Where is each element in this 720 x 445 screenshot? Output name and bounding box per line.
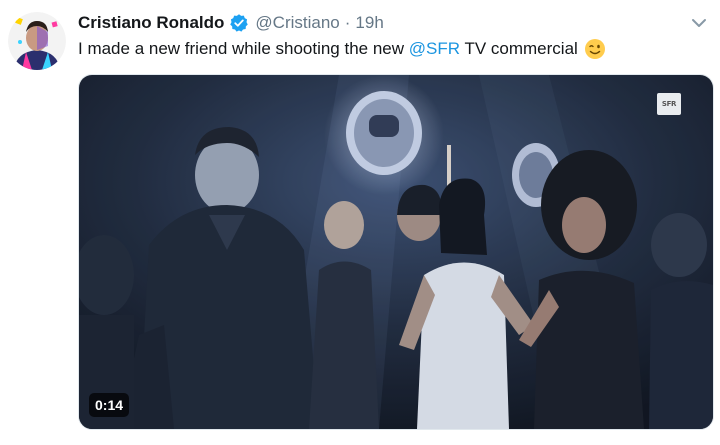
- chevron-down-icon[interactable]: [690, 14, 708, 32]
- author-display-name[interactable]: Cristiano Ronaldo: [78, 13, 224, 33]
- verified-badge-icon: [229, 13, 249, 33]
- tweet-text-after: TV commercial: [460, 39, 578, 58]
- video-thumbnail: [79, 75, 713, 429]
- author-avatar[interactable]: [8, 12, 66, 70]
- separator-dot: ·: [344, 13, 351, 32]
- tweet-header: Cristiano Ronaldo @Cristiano · 19h: [78, 12, 384, 34]
- video-duration-badge: 0:14: [89, 393, 130, 417]
- winking-face-emoji-icon: [584, 38, 606, 60]
- mention-link[interactable]: @SFR: [409, 38, 460, 60]
- tweet-text-before: I made a new friend while shooting the n…: [78, 39, 409, 58]
- author-handle[interactable]: @Cristiano: [255, 13, 339, 33]
- tweet-timestamp[interactable]: 19h: [355, 13, 383, 33]
- sfr-logo: SFR: [657, 93, 681, 115]
- tweet-text: I made a new friend while shooting the n…: [78, 38, 606, 60]
- video-player[interactable]: SFR 0:14: [78, 74, 714, 430]
- tweet: Cristiano Ronaldo @Cristiano · 19h I mad…: [0, 0, 720, 445]
